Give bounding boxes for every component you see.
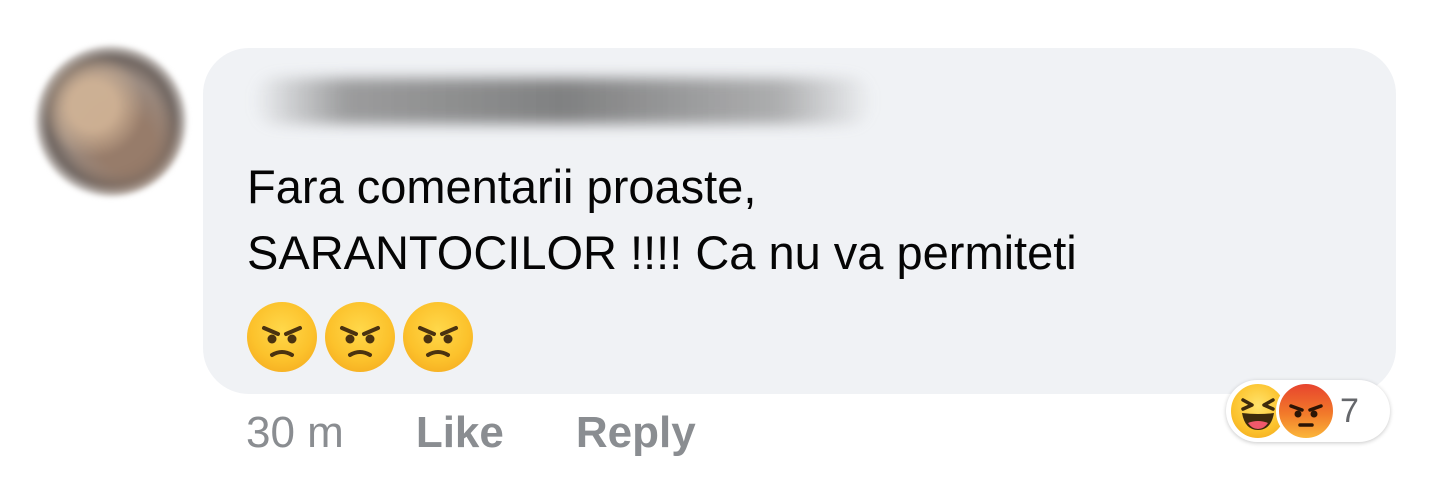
avatar[interactable]	[36, 46, 186, 196]
reaction-count: 7	[1340, 391, 1359, 430]
comment-bubble: Fara comentarii proaste, SARANTOCILOR !!…	[203, 48, 1396, 394]
comment-emoji-row	[247, 302, 473, 372]
angry-face-icon	[325, 302, 395, 372]
reply-button[interactable]: Reply	[576, 408, 696, 458]
comment-text: Fara comentarii proaste, SARANTOCILOR !!…	[247, 160, 1077, 279]
angry-face-icon	[247, 302, 317, 372]
comment-thread: Fara comentarii proaste, SARANTOCILOR !!…	[0, 0, 1440, 478]
angry-face-icon	[403, 302, 473, 372]
like-button[interactable]: Like	[416, 408, 504, 458]
angry-reaction-icon	[1276, 381, 1336, 441]
author-name-redacted[interactable]	[253, 78, 873, 124]
comment-meta-bar: 30 m Like Reply	[246, 408, 768, 458]
comment-timestamp[interactable]: 30 m	[246, 408, 344, 458]
previous-reply-cutoff	[640, 0, 780, 12]
reaction-summary[interactable]: 7	[1226, 380, 1390, 442]
